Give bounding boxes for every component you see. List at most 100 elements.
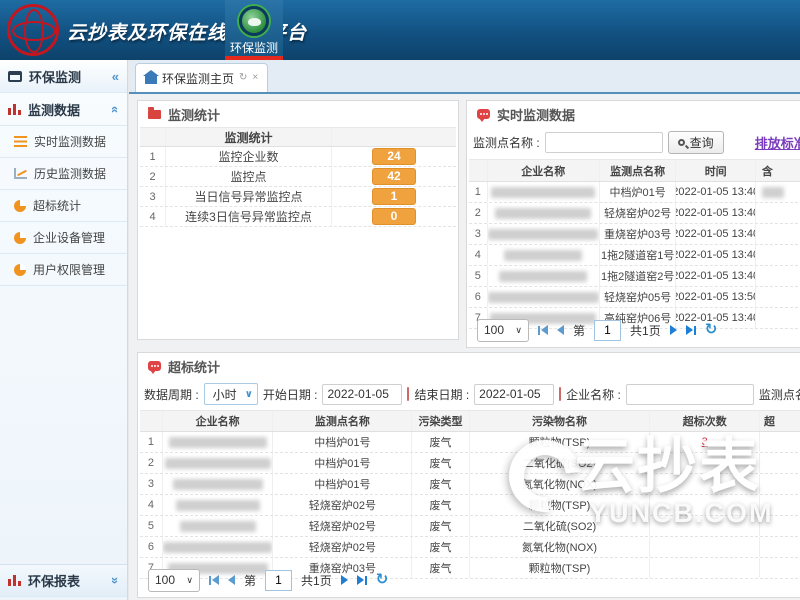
page-count-label: 共1页 [301,572,332,589]
search-button[interactable]: 查询 [668,131,724,154]
sidebar-item-user-perms[interactable]: 用户权限管理 [0,254,127,286]
sidebar-item-realtime-data[interactable]: 实时监测数据 [0,126,127,158]
table-row: 2 轻烧窑炉02号 2022-01-05 13:40 [469,203,800,224]
module-tab-label: 环保监测 [230,39,278,56]
sidebar-item-env-reports[interactable]: 环保报表 » [0,564,127,597]
time-value: 2022-01-05 13:40 [676,182,755,202]
chart-red-icon [8,104,21,115]
page-number-input[interactable] [265,570,292,591]
row-num: 1 [140,432,163,452]
reload-icon[interactable]: ↻ [705,323,718,337]
col-type: 污染类型 [412,411,469,431]
start-date-label: 开始日期 : [263,386,318,403]
tab-label: 环保监测主页 [162,70,234,87]
chevron-down-icon: ∨ [515,325,522,336]
stat-value-badge: 24 [372,148,416,165]
exceed-count-link[interactable]: 3 [702,436,708,448]
page-number-input[interactable] [594,320,621,341]
chart-red-icon [8,575,21,586]
realtime-panel: 实时监测数据 监测点名称 : 查询 排放标准 企业名称 监测点名称 时间 含 1… [466,100,800,348]
prev-page-icon[interactable] [228,575,235,585]
sidebar-item-device-mgmt[interactable]: 企业设备管理 [0,222,127,254]
point-name: 中档炉01号 [273,474,412,494]
col-time: 时间 [676,160,755,181]
point-name: 1拖2隧道窑1号 [600,245,677,265]
period-select[interactable]: 小时 ∨ [204,383,258,405]
main-area: 环保监测主页 ↻ × 监测统计 监测统计 1 监控企业数 24 2 监控点 [129,60,800,600]
realtime-table-header: 企业名称 监测点名称 时间 含 [469,159,800,182]
first-page-icon[interactable] [538,325,548,335]
pollution-type: 废气 [412,516,469,536]
table-row: 3 中档炉01号 废气 氮氧化物(NOX) [140,474,800,495]
sidebar-item-label: 超标统计 [33,197,81,214]
exceed-count [650,516,760,536]
next-page-icon[interactable] [341,575,348,585]
line-chart-icon [14,168,27,179]
tab-env-monitor-home[interactable]: 环保监测主页 ↻ × [135,63,268,92]
folder-icon [148,110,161,119]
company-name-label: 企业名称 : [566,386,621,403]
calendar-icon[interactable] [559,387,561,401]
redacted-company [180,521,256,532]
period-label: 数据周期 : [144,386,199,403]
sidebar-group-label: 监测数据 [28,100,80,119]
row-num: 2 [469,203,488,223]
module-tab-env-monitor[interactable]: 环保监测 [225,0,283,57]
pollutant-name: 颗粒物(TSP) [470,432,651,452]
calendar-icon[interactable] [407,387,409,401]
pollution-type: 废气 [412,432,469,452]
pollution-type: 废气 [412,558,469,578]
col-company: 企业名称 [488,160,600,181]
sidebar-item-history-data[interactable]: 历史监测数据 [0,158,127,190]
stats-table: 监测统计 1 监控企业数 24 2 监控点 42 3 当日信号异常监控点 1 4… [140,127,456,227]
panel-icon [8,71,22,82]
tab-close-icon[interactable]: × [252,73,258,83]
row-num: 5 [140,516,163,536]
collapse-up-icon[interactable]: « [108,105,123,112]
emission-standards-link[interactable]: 排放标准 [755,133,800,152]
expand-down-icon[interactable]: » [108,577,123,584]
page-prefix: 第 [573,322,585,339]
pie-chart-icon [14,264,26,276]
stat-label: 监控企业数 [166,147,332,166]
realtime-panel-title: 实时监测数据 [497,105,575,124]
company-name-input[interactable] [626,384,754,405]
row-num: 3 [469,224,488,244]
first-page-icon[interactable] [209,575,219,585]
start-date-input[interactable] [322,384,402,405]
end-date-input[interactable] [474,384,554,405]
sidebar-group-monitor-data[interactable]: 监测数据 « [0,93,127,126]
point-name-label: 监测点名称 : [759,386,800,403]
pollutant-name: 二氧化硫(SO2) [470,453,651,473]
sidebar-item-exceed-stats[interactable]: 超标统计 [0,190,127,222]
point-name: 中档炉01号 [273,432,412,452]
sidebar-header[interactable]: 环保监测 « [0,60,127,93]
stats-panel: 监测统计 监测统计 1 监控企业数 24 2 监控点 42 3 当日信号异常监控… [137,100,459,340]
page-size-select[interactable]: 100 ∨ [477,319,529,342]
table-row: 3 当日信号异常监控点 1 [140,187,456,207]
time-value: 2022-01-05 13:40 [676,203,755,223]
redacted-company [495,208,591,219]
exceed-pagination: 100 ∨ 第 共1页 ↻ [140,566,396,594]
sidebar-item-label: 实时监测数据 [34,133,106,150]
row-num: 1 [469,182,488,202]
tab-refresh-icon[interactable]: ↻ [239,73,247,83]
tab-bar: 环保监测主页 ↻ × [129,60,800,94]
row-num: 1 [140,147,166,166]
collapse-left-icon[interactable]: « [112,69,119,84]
point-name-input[interactable] [545,132,663,153]
prev-page-icon[interactable] [557,325,564,335]
last-page-icon[interactable] [686,325,696,335]
reload-icon[interactable]: ↻ [376,573,389,587]
pollutant-name: 氮氧化物(NOX) [470,474,651,494]
last-page-icon[interactable] [357,575,367,585]
page-size-select[interactable]: 100 ∨ [148,569,200,592]
exceed-count [650,558,760,578]
redacted-company [173,479,263,490]
row-num: 2 [140,167,166,186]
row-num: 3 [140,187,166,206]
next-page-icon[interactable] [670,325,677,335]
redacted-company [176,500,260,511]
stats-col-header: 监测统计 [166,128,332,146]
pollutant-name: 二氧化硫(SO2) [470,516,651,536]
